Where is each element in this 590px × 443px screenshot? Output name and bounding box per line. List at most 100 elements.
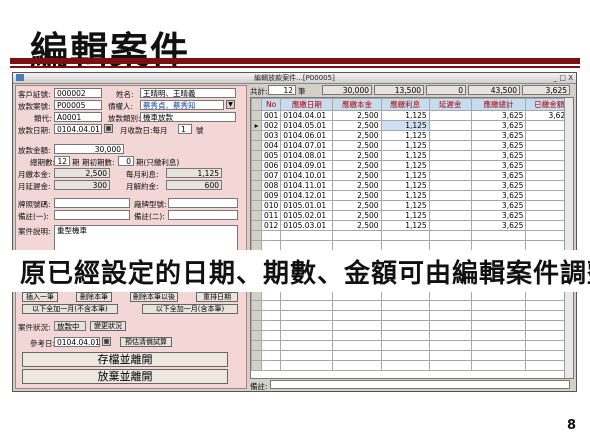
table-row[interactable]: 005 0104.08.01 2,500 1,125 3,625 <box>251 150 573 161</box>
periods-field[interactable]: 12 <box>54 156 70 166</box>
table-cell[interactable]: 1,125 <box>380 150 430 161</box>
column-header[interactable]: No <box>260 98 282 111</box>
table-cell[interactable]: 008 <box>260 180 282 191</box>
table-cell[interactable]: 2,500 <box>332 210 382 221</box>
ref-calendar-icon[interactable]: ▦ <box>102 337 111 346</box>
table-cell[interactable]: 2,500 <box>332 180 382 191</box>
table-cell[interactable] <box>428 190 472 201</box>
table-row[interactable]: 003 0104.06.01 2,500 1,125 3,625 <box>251 130 573 141</box>
vertical-scrollbar[interactable] <box>564 98 573 378</box>
payment-schedule-grid[interactable]: No 應繳日期 應繳本金 應繳利息 延遲金 應繳總計 已繳金額 001 0104.04.01 2… <box>250 97 574 379</box>
table-cell[interactable]: 2,500 <box>332 160 382 171</box>
table-cell[interactable]: 002 <box>260 120 282 131</box>
change-status-button[interactable]: 變更狀況 <box>90 321 126 331</box>
discard-exit-button[interactable]: 放棄並離開 <box>22 369 228 384</box>
table-cell[interactable] <box>428 120 472 131</box>
table-cell[interactable] <box>428 200 472 211</box>
table-cell[interactable]: 1,125 <box>380 220 430 231</box>
table-cell[interactable]: 0104.06.01 <box>280 130 334 141</box>
table-row[interactable]: 009 0104.12.01 2,500 1,125 3,625 <box>251 190 573 201</box>
table-cell[interactable]: 0104.05.01 <box>280 120 334 131</box>
table-cell[interactable] <box>428 180 472 191</box>
table-cell[interactable]: 2,500 <box>332 150 382 161</box>
table-cell[interactable]: 2,500 <box>332 190 382 201</box>
note2-field[interactable] <box>168 210 238 220</box>
table-cell[interactable]: 010 <box>260 200 282 211</box>
name-field[interactable]: 王晴明、王晴義 <box>140 88 236 98</box>
table-cell[interactable]: 2,500 <box>332 200 382 211</box>
table-cell[interactable]: 1,125 <box>380 110 430 121</box>
save-exit-button[interactable]: 存檔並離開 <box>22 352 228 367</box>
delete-row-button[interactable]: 刪除本筆 <box>76 292 112 302</box>
table-cell[interactable]: 0104.08.01 <box>280 150 334 161</box>
table-cell[interactable] <box>428 110 472 121</box>
table-cell[interactable]: 3,625 <box>470 140 527 151</box>
creditor-dropdown-icon[interactable]: ▼ <box>226 100 235 109</box>
column-header[interactable]: 應繳利息 <box>380 98 430 111</box>
window-controls[interactable]: _ □ X <box>554 73 573 83</box>
table-cell[interactable]: 0104.10.01 <box>280 170 334 181</box>
table-cell[interactable]: 2,500 <box>332 170 382 181</box>
table-cell[interactable]: 3,625 <box>470 120 527 131</box>
case-desc-field[interactable]: 重型機車 <box>54 225 238 253</box>
column-header[interactable]: 應繳總計 <box>470 98 527 111</box>
table-cell[interactable]: 1,125 <box>380 200 430 211</box>
delete-after-button[interactable]: 刪除本筆以後 <box>130 292 178 302</box>
table-cell[interactable]: 3,625 <box>470 150 527 161</box>
type-code-field[interactable]: A0001 <box>54 112 102 122</box>
table-cell[interactable]: 012 <box>260 220 282 231</box>
table-row[interactable]: 012 0105.03.01 2,500 1,125 3,625 <box>251 220 573 231</box>
table-cell[interactable]: 3,625 <box>470 110 527 121</box>
table-row[interactable]: ▸ 002 0104.05.01 2,500 1,125 3,625 <box>251 120 573 131</box>
table-cell[interactable]: 1,125 <box>380 140 430 151</box>
loan-category-field[interactable]: 機車放款 <box>140 112 236 122</box>
reorder-dates-button[interactable]: 重排日期 <box>196 292 238 302</box>
table-cell[interactable]: 0104.12.01 <box>280 190 334 201</box>
table-row[interactable]: 007 0104.10.01 2,500 1,125 3,625 <box>251 170 573 181</box>
calendar-icon[interactable]: ▦ <box>104 124 113 133</box>
table-cell[interactable]: 011 <box>260 210 282 221</box>
loan-amount-field[interactable]: 30,000 <box>54 144 124 154</box>
table-cell[interactable]: 0104.11.01 <box>280 180 334 191</box>
table-cell[interactable]: 0104.09.01 <box>280 160 334 171</box>
ref-date-field[interactable]: 0104.04.01 <box>54 337 100 347</box>
table-note-field[interactable] <box>270 380 570 389</box>
late-fee-field[interactable]: 300 <box>54 180 110 190</box>
settlement-preview-button[interactable]: 預估清償試算 <box>120 337 172 347</box>
table-cell[interactable]: 3,625 <box>470 130 527 141</box>
table-row[interactable]: 010 0105.01.01 2,500 1,125 3,625 <box>251 200 573 211</box>
loan-case-field[interactable]: P00005 <box>54 100 102 110</box>
table-cell[interactable]: 009 <box>260 190 282 201</box>
table-cell[interactable]: 0105.01.01 <box>280 200 334 211</box>
column-header[interactable]: 應繳本金 <box>332 98 382 111</box>
table-cell[interactable]: 1,125 <box>380 130 430 141</box>
table-cell[interactable]: 1,125 <box>380 120 430 131</box>
table-cell[interactable]: 2,500 <box>332 120 382 131</box>
add-month-inclusive-button[interactable]: 以下全加一月(含本筆) <box>142 304 238 314</box>
table-cell[interactable]: 3,625 <box>470 220 527 231</box>
table-cell[interactable]: 2,500 <box>332 220 382 231</box>
table-cell[interactable]: 0105.02.01 <box>280 210 334 221</box>
prepaid-field[interactable]: 0 <box>118 156 134 166</box>
insert-row-button[interactable]: 插入一筆 <box>22 292 58 302</box>
table-cell[interactable] <box>428 160 472 171</box>
table-cell[interactable]: 3,625 <box>470 180 527 191</box>
breach-fee-field[interactable]: 600 <box>166 180 222 190</box>
table-cell[interactable]: 3,625 <box>470 200 527 211</box>
table-cell[interactable] <box>428 170 472 181</box>
monthly-day-field[interactable]: 1 <box>178 124 192 134</box>
table-cell[interactable]: 3,625 <box>470 210 527 221</box>
table-cell[interactable] <box>428 130 472 141</box>
column-header[interactable]: 應繳日期 <box>280 98 334 111</box>
monthly-interest-field[interactable]: 1,125 <box>166 168 222 178</box>
table-cell[interactable]: 1,125 <box>380 210 430 221</box>
plate-field[interactable] <box>54 198 130 208</box>
table-cell[interactable]: 007 <box>260 170 282 181</box>
table-cell[interactable] <box>428 220 472 231</box>
table-cell[interactable]: 1,125 <box>380 190 430 201</box>
column-header[interactable]: 延遲金 <box>428 98 472 111</box>
table-cell[interactable] <box>428 210 472 221</box>
table-row[interactable]: 006 0104.09.01 2,500 1,125 3,625 <box>251 160 573 171</box>
vehicle-model-field[interactable] <box>168 198 238 208</box>
table-cell[interactable]: 0104.04.01 <box>280 110 334 121</box>
